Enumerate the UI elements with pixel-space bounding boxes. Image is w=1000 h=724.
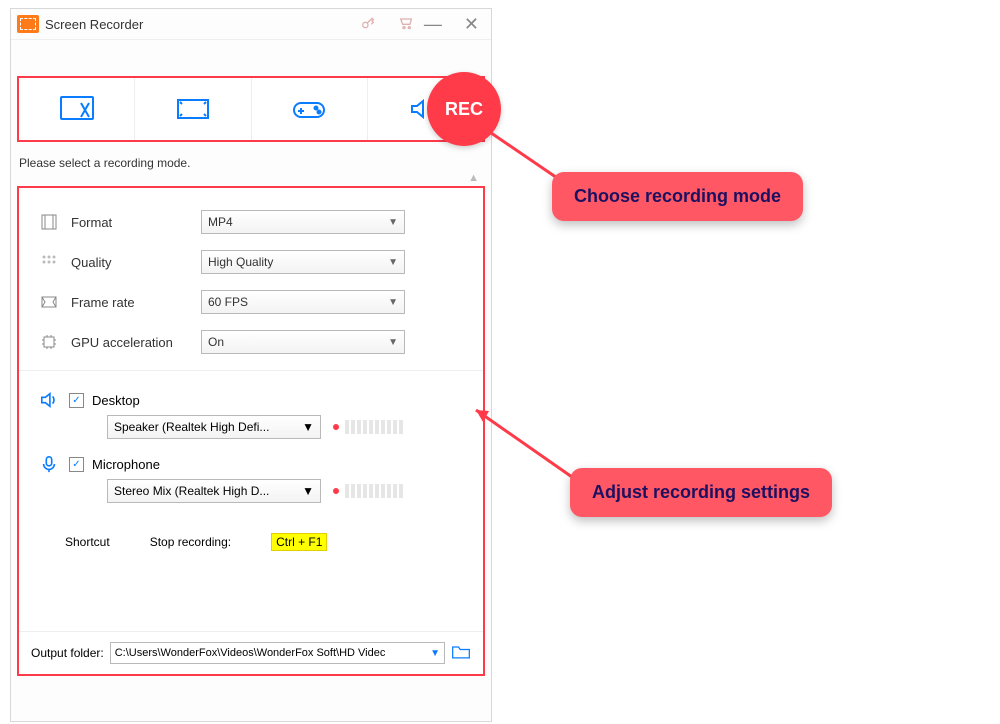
- key-icon[interactable]: [360, 15, 376, 34]
- callout-arrow-2: [456, 398, 586, 498]
- title-icons: [360, 15, 414, 34]
- mode-toolbar: REC: [17, 76, 485, 142]
- titlebar: Screen Recorder — ✕: [11, 9, 491, 40]
- framerate-icon: [37, 294, 61, 310]
- callout-arrow-1: [448, 112, 568, 202]
- speaker-icon: [37, 391, 61, 409]
- quality-icon: [37, 254, 61, 270]
- output-folder-input[interactable]: C:\Users\WonderFox\Videos\WonderFox Soft…: [110, 642, 445, 664]
- settings-panel: Format MP4▼ Quality High Quality▼ Frame …: [17, 186, 485, 676]
- mode-fullscreen-button[interactable]: [135, 78, 251, 140]
- gpu-select[interactable]: On▼: [201, 330, 405, 354]
- desktop-device-select[interactable]: Speaker (Realtek High Defi...▼: [107, 415, 321, 439]
- stop-recording-key: Ctrl + F1: [271, 533, 327, 551]
- collapse-icon[interactable]: ▲: [11, 172, 479, 184]
- app-icon: [17, 15, 39, 33]
- app-window: Screen Recorder — ✕: [10, 8, 492, 722]
- app-title: Screen Recorder: [45, 17, 143, 32]
- quality-label: Quality: [71, 255, 201, 270]
- framerate-select[interactable]: 60 FPS▼: [201, 290, 405, 314]
- framerate-label: Frame rate: [71, 295, 201, 310]
- callout-mode: Choose recording mode: [552, 172, 803, 221]
- desktop-level-meter: [333, 420, 403, 434]
- close-button[interactable]: ✕: [464, 15, 479, 33]
- output-folder-label: Output folder:: [31, 646, 104, 660]
- shortcut-label: Shortcut: [65, 535, 110, 549]
- format-select[interactable]: MP4▼: [201, 210, 405, 234]
- microphone-checkbox[interactable]: ✓: [69, 457, 84, 472]
- callout-settings: Adjust recording settings: [570, 468, 832, 517]
- minimize-button[interactable]: —: [424, 15, 442, 33]
- quality-select[interactable]: High Quality▼: [201, 250, 405, 274]
- mode-game-button[interactable]: [252, 78, 368, 140]
- mode-region-button[interactable]: [19, 78, 135, 140]
- microphone-label: Microphone: [92, 457, 160, 472]
- microphone-level-meter: [333, 484, 403, 498]
- format-label: Format: [71, 215, 201, 230]
- format-icon: [37, 214, 61, 230]
- gpu-icon: [37, 334, 61, 350]
- browse-folder-icon[interactable]: [451, 644, 471, 663]
- microphone-icon: [37, 455, 61, 473]
- stop-recording-label: Stop recording:: [150, 535, 231, 549]
- desktop-label: Desktop: [92, 393, 140, 408]
- gpu-label: GPU acceleration: [71, 335, 201, 350]
- mode-hint: Please select a recording mode.: [19, 156, 491, 170]
- desktop-checkbox[interactable]: ✓: [69, 393, 84, 408]
- cart-icon[interactable]: [398, 15, 414, 34]
- microphone-device-select[interactable]: Stereo Mix (Realtek High D...▼: [107, 479, 321, 503]
